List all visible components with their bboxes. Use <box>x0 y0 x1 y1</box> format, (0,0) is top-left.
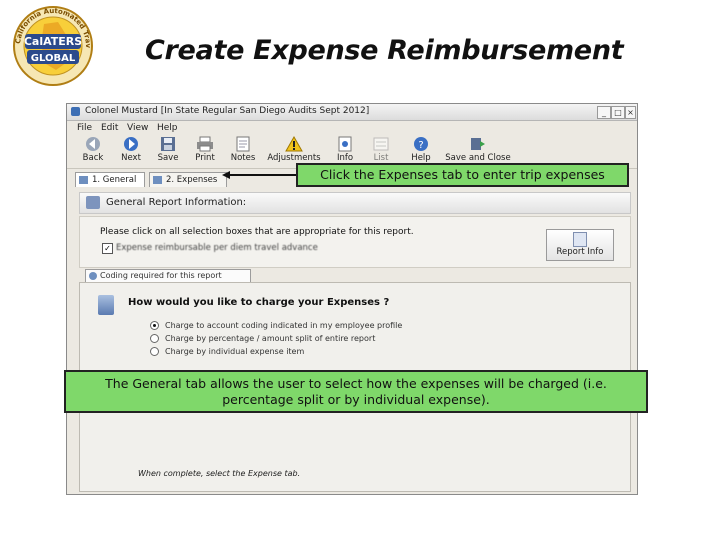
calaters-logo: California Automated Travel Expense CalA… <box>5 0 98 86</box>
help-icon: ? <box>414 137 428 151</box>
tab-expenses-label: 2. Expenses <box>166 175 218 185</box>
printer-icon <box>197 136 213 152</box>
tab-general-label: 1. General <box>92 175 137 185</box>
list-button[interactable]: List <box>367 136 395 166</box>
expenses-callout: Click the Expenses tab to enter trip exp… <box>296 163 629 187</box>
save-and-close-label: Save and Close <box>445 153 511 163</box>
selection-panel: Please click on all selection boxes that… <box>79 216 631 268</box>
coding-icon <box>98 295 114 315</box>
save-close-icon <box>471 138 485 150</box>
list-label: List <box>373 153 389 163</box>
general-callout-line1: The General tab allows the user to selec… <box>105 376 607 391</box>
radio-option-label: Charge to account coding indicated in my… <box>165 321 403 330</box>
tab-coding-required[interactable]: Coding required for this report <box>85 269 251 282</box>
menu-file[interactable]: File <box>77 123 92 133</box>
radio-option-profile[interactable]: Charge to account coding indicated in my… <box>150 321 402 330</box>
travel-advance-checkbox[interactable]: ✓ <box>102 243 113 254</box>
radio-option-individual[interactable]: Charge by individual expense item <box>150 347 304 356</box>
info-button[interactable]: Info <box>331 136 359 166</box>
menu-view[interactable]: View <box>127 123 148 133</box>
next-arrow-icon <box>124 137 138 151</box>
report-info-icon <box>573 232 587 247</box>
report-icon <box>86 196 100 209</box>
slide-title: Create Expense Reimbursement <box>145 35 624 66</box>
logo-line2: GLOBAL <box>31 53 76 64</box>
logo-line1: CalATERS <box>24 35 82 48</box>
save-button[interactable]: Save <box>153 136 183 166</box>
window-titlebar: Colonel Mustard [In State Regular San Di… <box>67 104 637 121</box>
section-header: General Report Information: <box>79 192 631 214</box>
maximize-button[interactable]: □ <box>611 106 625 119</box>
general-tab-callout: The General tab allows the user to selec… <box>64 370 648 413</box>
radio-option-percentage[interactable]: Charge by percentage / amount split of e… <box>150 334 375 343</box>
save-disk-icon <box>161 137 175 151</box>
adjustments-button[interactable]: Adjustments <box>263 136 325 166</box>
save-and-close-button[interactable]: Save and Close <box>443 136 513 166</box>
tab-general[interactable]: 1. General <box>75 172 145 187</box>
adjustments-label: Adjustments <box>267 153 321 163</box>
notes-label: Notes <box>230 153 256 163</box>
close-button[interactable]: × <box>625 106 636 119</box>
coding-tab-icon <box>89 272 97 280</box>
general-tab-icon <box>79 176 88 184</box>
menu-edit[interactable]: Edit <box>101 123 118 133</box>
list-icon <box>373 137 389 151</box>
report-info-button[interactable]: Report Info <box>546 229 614 261</box>
callout-arrow <box>222 171 298 179</box>
radio-button[interactable] <box>150 321 159 330</box>
notes-button[interactable]: Notes <box>227 136 259 166</box>
warning-icon <box>285 136 303 152</box>
radio-option-label: Charge by individual expense item <box>165 347 305 356</box>
app-icon <box>71 107 80 116</box>
footer-hint: When complete, select the Expense tab. <box>138 469 301 478</box>
save-label: Save <box>157 153 179 163</box>
next-label: Next <box>121 153 141 163</box>
expenses-tab-icon <box>153 176 162 184</box>
tab-expenses[interactable]: 2. Expenses <box>149 172 227 187</box>
general-callout-line2: percentage split or by individual expens… <box>222 392 490 407</box>
window-title: Colonel Mustard [In State Regular San Di… <box>85 106 370 116</box>
back-button[interactable]: Back <box>77 136 109 166</box>
next-button[interactable]: Next <box>115 136 147 166</box>
info-label: Info <box>336 153 354 163</box>
help-button[interactable]: ? Help <box>407 136 435 166</box>
menu-bar: File Edit View Help <box>67 121 637 135</box>
minimize-button[interactable]: _ <box>597 106 611 119</box>
coding-question: How would you like to charge your Expens… <box>128 297 390 308</box>
report-info-label: Report Info <box>556 247 604 257</box>
radio-button[interactable] <box>150 334 159 343</box>
app-window: Colonel Mustard [In State Regular San Di… <box>66 103 638 495</box>
svg-text:?: ? <box>418 140 423 151</box>
back-arrow-icon <box>86 137 100 151</box>
print-button[interactable]: Print <box>189 136 221 166</box>
menu-help[interactable]: Help <box>157 123 178 133</box>
panel-instruction: Please click on all selection boxes that… <box>100 227 414 237</box>
radio-option-label: Charge by percentage / amount split of e… <box>165 334 376 343</box>
help-label: Help <box>411 153 431 163</box>
print-label: Print <box>195 153 215 163</box>
radio-button[interactable] <box>150 347 159 356</box>
travel-advance-checkbox-label: Expense reimbursable per diem travel adv… <box>116 243 318 253</box>
info-icon <box>338 136 352 152</box>
notes-icon <box>236 136 250 152</box>
back-label: Back <box>82 153 104 163</box>
section-header-title: General Report Information: <box>106 197 247 208</box>
coding-tab-label: Coding required for this report <box>100 271 222 280</box>
